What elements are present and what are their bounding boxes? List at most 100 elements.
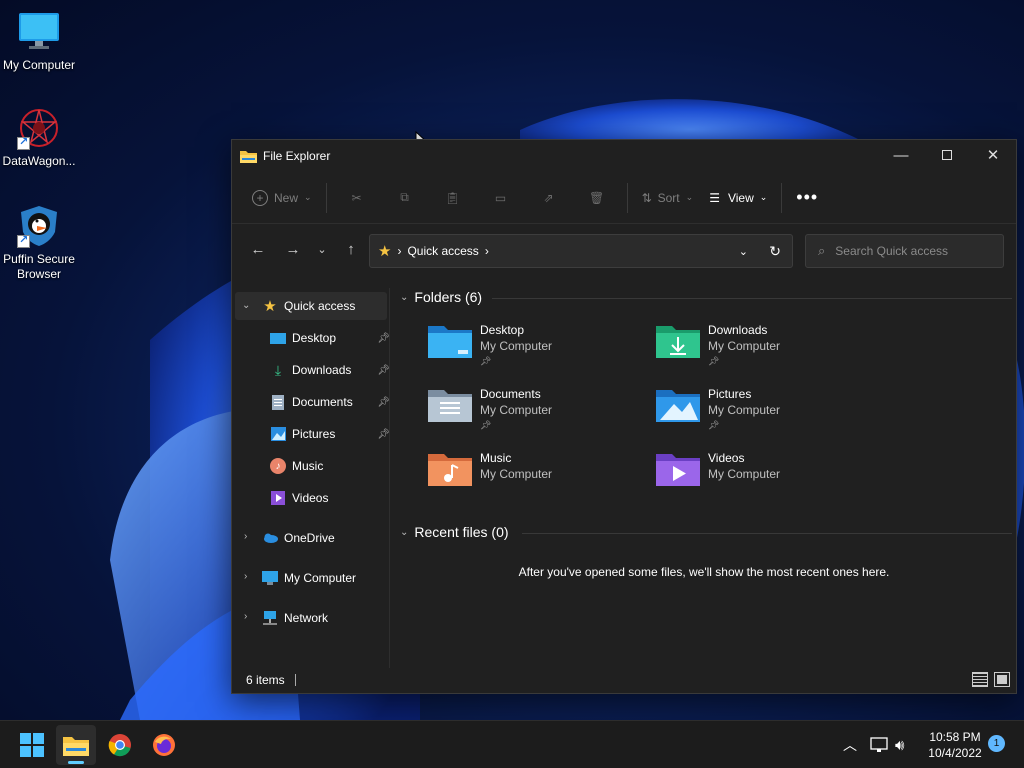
pin-icon[interactable]: 📌︎ (377, 365, 390, 376)
toolbar-separator (626, 182, 628, 213)
monitor-icon (262, 570, 278, 586)
close-button[interactable]: ✕ (970, 140, 1016, 170)
large-icons-view-icon[interactable] (994, 672, 1010, 687)
cut-icon[interactable]: ✂ (341, 182, 373, 214)
folder-item-desktop[interactable]: Desktop My Computer 📌︎ (428, 322, 552, 368)
status-bar: 6 items (232, 667, 1016, 693)
expand-chevron-icon[interactable]: ⌄ (242, 300, 250, 311)
shortcut-arrow-icon (17, 233, 30, 248)
section-divider (522, 533, 1012, 534)
desktop-icon-label: Puffin Secure Browser (3, 252, 75, 281)
pin-icon[interactable]: 📌︎ (377, 429, 390, 440)
recent-files-section-header[interactable]: ⌄ Recent files (0) (400, 524, 509, 540)
folders-section-header[interactable]: ⌄ Folders (6) (400, 289, 482, 305)
chevron-up-icon: ︿ (843, 737, 857, 753)
sidebar-item-label: OneDrive (284, 531, 335, 545)
desktop-icon-my-computer[interactable]: My Computer (0, 10, 78, 73)
sidebar-item-my-computer[interactable]: My Computer (262, 564, 356, 592)
sidebar-item-music[interactable]: ♪ Music (270, 452, 323, 480)
sidebar-item-desktop[interactable]: Desktop 📌︎ (270, 324, 390, 352)
videos-folder-icon (656, 450, 700, 490)
search-box[interactable]: ⌕ (805, 234, 1004, 268)
status-separator (294, 674, 296, 686)
paste-icon[interactable]: 📋︎ (437, 182, 469, 214)
sort-label: Sort (657, 190, 680, 205)
rename-icon[interactable]: ▭ (485, 182, 517, 214)
sidebar-item-label: Quick access (284, 299, 356, 313)
new-label: New (274, 190, 299, 205)
network-status-button[interactable] (870, 721, 888, 768)
taskbar-chrome-button[interactable] (100, 725, 140, 765)
collapse-chevron-icon: ⌄ (400, 291, 409, 303)
forward-arrow-icon[interactable]: → (277, 233, 309, 265)
show-hidden-icons-button[interactable]: ︿ (843, 721, 857, 768)
search-icon: ⌕ (818, 243, 826, 258)
folder-item-downloads[interactable]: Downloads My Computer 📌︎ (656, 322, 780, 368)
sidebar-item-pictures[interactable]: Pictures 📌︎ (270, 420, 390, 448)
speaker-icon: 🔊︎ (895, 736, 905, 754)
folder-name: Videos (708, 451, 745, 465)
details-view-icon[interactable] (972, 672, 988, 687)
share-icon[interactable]: ⇗ (533, 182, 565, 214)
sidebar-item-videos[interactable]: Videos (270, 484, 328, 512)
view-button[interactable]: ☰ View ⌄ (701, 182, 775, 214)
up-arrow-icon[interactable]: ↑ (335, 233, 367, 265)
refresh-icon[interactable]: ↻ (769, 243, 781, 260)
toolbar-separator (325, 182, 327, 213)
pin-icon[interactable]: 📌︎ (377, 333, 390, 344)
system-clock[interactable]: 10:58 PM 10/4/2022 (920, 729, 990, 761)
folder-item-music[interactable]: Music My Computer (428, 450, 552, 490)
folders-header-label: Folders (6) (414, 289, 483, 305)
address-dropdown-icon[interactable]: ⌄ (739, 245, 748, 258)
sidebar-item-network[interactable]: Network (262, 604, 328, 632)
sidebar-item-downloads[interactable]: ⤓ Downloads 📌︎ (270, 356, 390, 384)
folder-item-documents[interactable]: Documents My Computer 📌︎ (428, 386, 552, 432)
folder-item-videos[interactable]: Videos My Computer (656, 450, 780, 490)
breadcrumb-chevron-icon: › (397, 244, 402, 258)
sidebar-item-quick-access[interactable]: ★ Quick access (262, 292, 355, 320)
pin-icon: 📌︎ (480, 420, 492, 430)
folder-name: Pictures (708, 387, 752, 401)
expand-chevron-icon[interactable]: › (244, 571, 247, 582)
cloud-icon (262, 530, 278, 546)
address-bar[interactable]: ★ › Quick access › ⌄ ↻ (369, 234, 793, 268)
title-bar[interactable]: File Explorer — ✕ (232, 140, 1016, 172)
clock-date: 10/4/2022 (928, 746, 982, 760)
taskbar-file-explorer-button[interactable] (56, 725, 96, 765)
minimize-button[interactable]: — (878, 140, 924, 170)
network-monitor-icon (870, 737, 888, 752)
maximize-button[interactable] (924, 140, 970, 170)
music-icon: ♪ (270, 458, 286, 474)
expand-chevron-icon[interactable]: › (244, 611, 247, 622)
new-button[interactable]: + New ⌄ (244, 182, 320, 214)
delete-icon[interactable]: 🗑︎ (581, 182, 613, 214)
pin-icon[interactable]: 📌︎ (377, 397, 390, 408)
folder-location: My Computer (480, 403, 553, 417)
folder-location: My Computer (708, 467, 781, 481)
desktop-icon-datawagon[interactable]: DataWagon... (0, 106, 78, 169)
desktop-folder-icon (270, 330, 286, 346)
volume-button[interactable]: 🔊︎ (895, 721, 904, 768)
more-options-button[interactable]: ••• (788, 182, 826, 214)
sidebar-item-documents[interactable]: Documents 📌︎ (270, 388, 390, 416)
sort-button[interactable]: ⇅ Sort ⌄ (634, 182, 702, 214)
search-input[interactable] (835, 244, 996, 258)
copy-icon[interactable]: ⧉ (389, 182, 421, 214)
breadcrumb-quick-access[interactable]: Quick access (407, 244, 478, 258)
pin-icon: 📌︎ (708, 356, 720, 366)
clock-time: 10:58 PM (929, 730, 981, 744)
taskbar-firefox-button[interactable] (144, 725, 184, 765)
chevron-down-icon: ⌄ (759, 192, 768, 202)
command-bar: + New ⌄ ✂ ⧉ 📋︎ ▭ ⇗ 🗑︎ ⇅ Sort ⌄ ☰ View ⌄ … (232, 172, 1016, 224)
back-arrow-icon[interactable]: ← (242, 233, 274, 265)
start-button[interactable] (12, 725, 52, 765)
sidebar-item-label: Desktop (292, 331, 337, 345)
recent-locations-chevron-icon[interactable]: ⌄ (309, 233, 335, 265)
sidebar-item-onedrive[interactable]: OneDrive (262, 524, 335, 552)
folder-item-pictures[interactable]: Pictures My Computer 📌︎ (656, 386, 780, 432)
taskbar: ︿ 🔊︎ 10:58 PM 10/4/2022 (0, 720, 1024, 768)
plus-circle-icon: + (252, 189, 268, 206)
notification-badge[interactable]: 1 (988, 735, 1005, 752)
expand-chevron-icon[interactable]: › (244, 531, 247, 542)
desktop-icon-puffin[interactable]: Puffin Secure Browser (0, 204, 78, 282)
